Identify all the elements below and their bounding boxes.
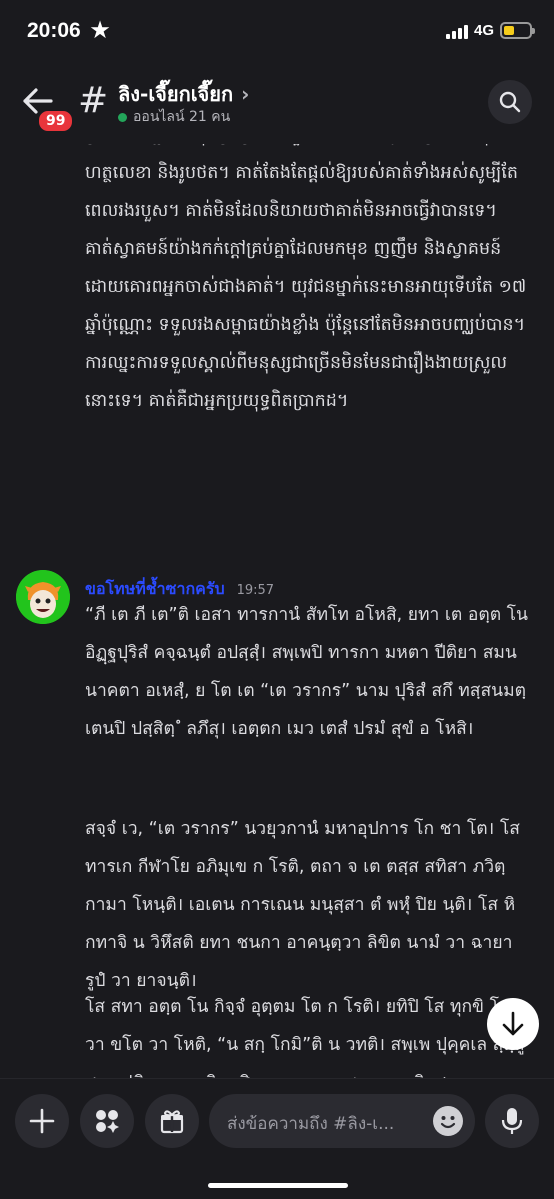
message-list[interactable]: ស្របតាមច្បាប់ មនុស្សផ្សេងៗ ក៏ជួយគាត់ដែរ។… [0,130,554,1080]
apps-button[interactable] [80,1094,134,1148]
signal-icon [445,23,468,39]
chevron-right-icon: › [241,82,250,106]
add-attachment-button[interactable] [15,1094,69,1148]
online-status: ออนไลน์ 21 คน [118,106,230,128]
voice-message-button[interactable] [485,1094,539,1148]
status-time: 20:06 ★ [27,18,109,43]
gift-icon [160,1110,184,1134]
message-input-placeholder: ส่งข้อความถึง #ลิง-เ... [227,1114,395,1134]
hashtag-icon: # [78,80,109,121]
previous-message-text: ស្របតាមច្បាប់ មនុស្សផ្សេងៗ ក៏ជួយគាត់ដែរ។… [85,130,527,411]
message-paragraph-2: สจฺจํ เว, “เต วรากร” นวยุวกานํ มหาอุปการ… [85,819,520,991]
home-indicator[interactable] [208,1183,348,1188]
search-icon [499,91,521,113]
clock-text: 20:06 [27,19,81,42]
gift-button[interactable] [145,1094,199,1148]
star-icon: ★ [90,19,110,42]
avatar[interactable] [16,570,70,624]
emoji-button[interactable] [433,1106,463,1136]
online-dot-icon [118,112,127,122]
search-button[interactable] [488,80,532,124]
plus-icon [29,1108,55,1134]
channel-header: 99 # ลิง-เจี๊ยกเจี๊ยก › ออนไลน์ 21 คน [0,64,554,144]
online-count: ออนไลน์ 21 คน [133,109,231,125]
network-type: 4G [473,22,494,39]
microphone-icon [501,1108,523,1134]
unread-badge: 99 [36,108,76,134]
message-composer: ส่งข้อความถึง #ลิง-เ... [0,1078,554,1199]
message-paragraph-3: โส สทา อตฺต โน กิจฺจํ อุตฺตม โต ก โรติ। … [85,997,525,1080]
apps-icon [96,1110,119,1133]
battery-icon [500,22,535,39]
smiley-icon [434,1107,462,1135]
message-input[interactable]: ส่งข้อความถึง #ลิง-เ... [209,1094,475,1148]
scroll-to-bottom-button[interactable] [487,998,539,1050]
status-bar: 20:06 ★ 4G [0,0,554,64]
status-indicators: 4G [445,22,535,39]
battery-level [504,26,514,35]
arrow-down-icon [502,1011,524,1036]
message-paragraph-1: “ภี เต ภี เต”ติ เอสา ทารกานํ สัทโท อโหสิ… [85,605,529,739]
